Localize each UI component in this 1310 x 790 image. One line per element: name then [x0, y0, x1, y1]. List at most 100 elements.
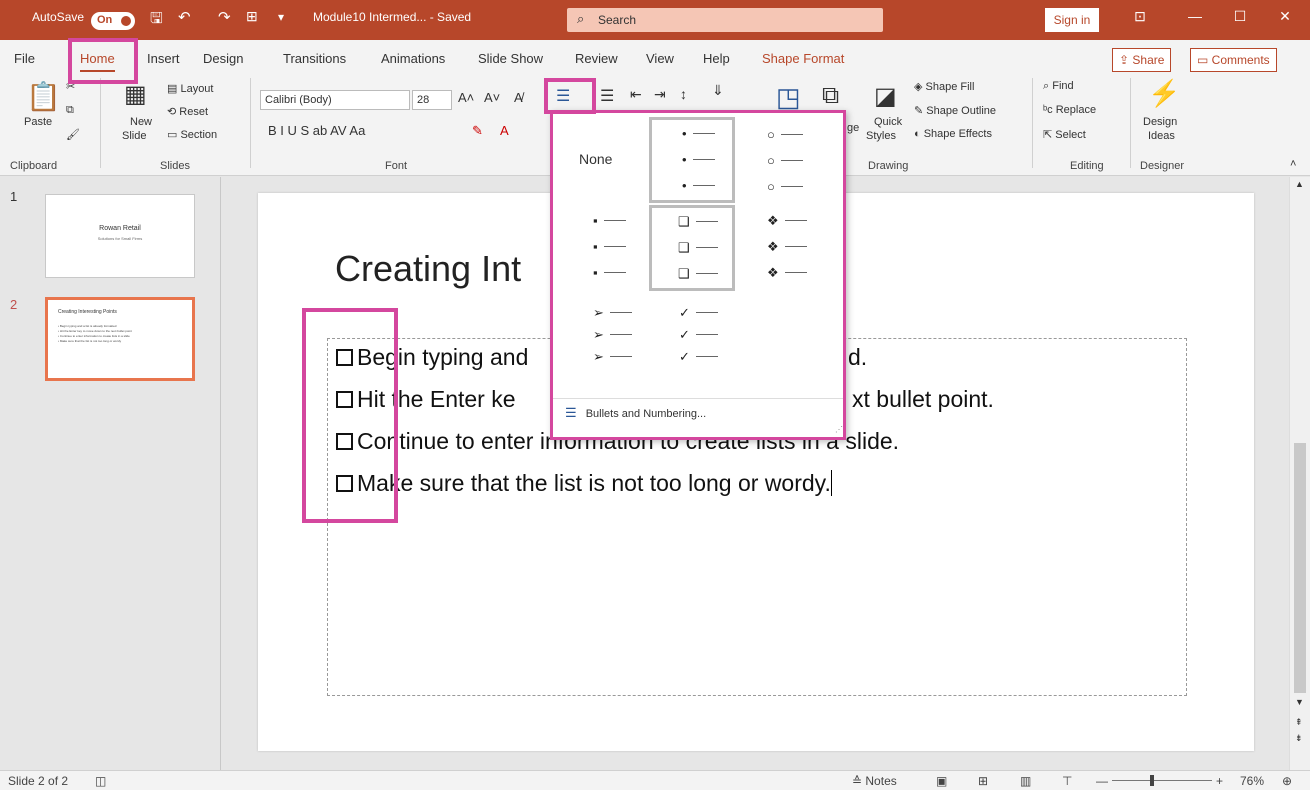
- new-slide-label[interactable]: New: [130, 116, 152, 128]
- resize-grip-icon[interactable]: ⋰: [835, 425, 843, 434]
- zoom-slider-handle[interactable]: [1150, 775, 1154, 786]
- tab-transitions[interactable]: Transitions: [283, 51, 346, 66]
- search-box[interactable]: ⌕ Search: [567, 8, 883, 32]
- sign-in-button[interactable]: Sign in: [1045, 8, 1099, 32]
- font-format-row[interactable]: B I U S ab AV Aa: [268, 123, 365, 138]
- scroll-up-icon[interactable]: ▲: [1295, 179, 1304, 189]
- tab-file[interactable]: File: [14, 51, 35, 66]
- tab-slide-show[interactable]: Slide Show: [478, 51, 543, 66]
- share-button[interactable]: ⇪ Share: [1112, 48, 1172, 72]
- paste-icon[interactable]: 📋: [26, 80, 61, 113]
- customize-qat-icon[interactable]: ▾: [278, 10, 284, 24]
- bullet-option-none[interactable]: None: [563, 117, 649, 203]
- tab-animations[interactable]: Animations: [381, 51, 445, 66]
- zoom-in-icon[interactable]: +: [1216, 774, 1223, 788]
- redo-icon[interactable]: ↷: [218, 8, 231, 26]
- present-icon[interactable]: ⊞: [246, 8, 258, 25]
- bullet-option-hollow-round[interactable]: ○ ○ ○: [751, 117, 837, 203]
- replace-button[interactable]: ᵇc Replace: [1043, 104, 1096, 116]
- find-button[interactable]: ⌕ Find: [1043, 80, 1074, 93]
- normal-view-icon[interactable]: ▣: [936, 774, 947, 788]
- highlight-color-icon[interactable]: ✎: [472, 123, 483, 139]
- accessibility-icon[interactable]: ◫: [95, 774, 106, 788]
- scroll-thumb[interactable]: [1294, 443, 1306, 693]
- undo-icon[interactable]: ↶: [178, 8, 191, 26]
- scroll-down-icon[interactable]: ▼: [1295, 697, 1304, 707]
- bullet-option-filled-square[interactable]: ▪ ▪ ▪: [563, 207, 649, 293]
- separator: [100, 78, 101, 168]
- minimize-icon[interactable]: —: [1180, 8, 1210, 24]
- slide-thumbnail-1[interactable]: Rowan Retail Solutions for Small Firms: [45, 194, 195, 278]
- ideas-label[interactable]: Ideas: [1148, 130, 1175, 142]
- bullet-option-filled-round[interactable]: • • •: [649, 117, 735, 203]
- tab-help[interactable]: Help: [703, 51, 730, 66]
- bullet-item-4[interactable]: Make sure that the list is not too long …: [336, 470, 832, 497]
- new-slide-label-2[interactable]: Slide: [122, 130, 146, 142]
- slide-thumbnail-2[interactable]: Creating Interesting Points • Begin typi…: [45, 297, 195, 381]
- section-button[interactable]: ▭ Section: [167, 128, 217, 141]
- slideshow-icon[interactable]: ⊤: [1062, 774, 1072, 788]
- select-button[interactable]: ⇱ Select: [1043, 128, 1086, 141]
- vertical-scrollbar[interactable]: ▲ ▼ ⇞ ⇟: [1289, 177, 1310, 770]
- tab-view[interactable]: View: [646, 51, 674, 66]
- shape-effects-button[interactable]: ◐ Shape Effects: [914, 128, 992, 140]
- new-slide-icon[interactable]: ▦: [124, 80, 147, 109]
- zoom-level[interactable]: 76%: [1240, 774, 1264, 788]
- format-painter-icon[interactable]: 🖌: [66, 128, 80, 141]
- font-color-icon[interactable]: A: [500, 123, 509, 138]
- save-icon[interactable]: 🖫: [150, 8, 163, 33]
- maximize-icon[interactable]: ☐: [1225, 8, 1255, 25]
- bullets-and-numbering-link[interactable]: ☰ Bullets and Numbering...: [565, 405, 706, 421]
- bullet-item-2-tail[interactable]: xt bullet point.: [852, 386, 994, 413]
- line-spacing-icon[interactable]: ↕: [680, 86, 687, 102]
- next-slide-icon[interactable]: ⇟: [1295, 733, 1303, 744]
- shapes-icon[interactable]: ◳: [776, 82, 801, 113]
- reset-button[interactable]: ⟲ Reset: [167, 105, 208, 118]
- slide-sorter-icon[interactable]: ⊞: [978, 774, 988, 788]
- ribbon-display-icon[interactable]: ⊡: [1125, 8, 1155, 25]
- shrink-font-icon[interactable]: A˅: [484, 90, 500, 105]
- quick-styles-icon[interactable]: ◪: [874, 82, 897, 111]
- previous-slide-icon[interactable]: ⇞: [1295, 717, 1303, 728]
- tab-design[interactable]: Design: [203, 51, 243, 66]
- bullet-option-hollow-square[interactable]: ❑ ❑ ❑: [649, 205, 735, 291]
- shape-fill-button[interactable]: ◈ Shape Fill: [914, 80, 974, 93]
- bullet-option-arrow[interactable]: ➢ ➢ ➢: [563, 301, 649, 387]
- decrease-indent-icon[interactable]: ⇤: [630, 86, 642, 103]
- arrange-icon[interactable]: ⧉: [822, 82, 839, 110]
- zoom-out-icon[interactable]: —: [1096, 774, 1108, 788]
- autosave-toggle[interactable]: On: [91, 12, 135, 30]
- reading-view-icon[interactable]: ▥: [1020, 774, 1031, 788]
- fit-slide-icon[interactable]: ⊕: [1282, 774, 1292, 788]
- quick-styles-label[interactable]: Quick: [874, 116, 902, 128]
- copy-icon[interactable]: ⧉: [66, 104, 74, 117]
- bullet-option-diamond-star[interactable]: ❖ ❖ ❖: [751, 207, 837, 293]
- slide-title[interactable]: Creating Int: [335, 248, 521, 290]
- bullet-option-check[interactable]: ✓ ✓ ✓: [649, 301, 735, 387]
- shape-outline-button[interactable]: ✎ Shape Outline: [914, 104, 996, 117]
- design-label[interactable]: Design: [1143, 116, 1177, 128]
- numbering-icon[interactable]: ☰: [600, 86, 614, 106]
- text-direction-icon[interactable]: ⇓: [712, 82, 724, 99]
- group-label-clipboard: Clipboard: [10, 160, 58, 172]
- tab-shape-format[interactable]: Shape Format: [762, 51, 844, 66]
- collapse-ribbon-icon[interactable]: ˄: [1290, 158, 1296, 170]
- tab-insert[interactable]: Insert: [147, 51, 180, 66]
- font-name-select[interactable]: Calibri (Body): [260, 90, 410, 110]
- quick-styles-label-2[interactable]: Styles: [866, 130, 896, 142]
- design-ideas-icon[interactable]: ⚡: [1148, 78, 1180, 109]
- font-size-select[interactable]: 28: [412, 90, 452, 110]
- layout-button[interactable]: ▤ Layout: [167, 82, 213, 95]
- arrange-label[interactable]: ge: [847, 122, 859, 134]
- notes-button[interactable]: ≙ Notes: [852, 774, 897, 788]
- bullet-item-1-tail[interactable]: d.: [848, 344, 867, 371]
- tab-review[interactable]: Review: [575, 51, 618, 66]
- paste-label[interactable]: Paste: [24, 116, 52, 128]
- zoom-slider[interactable]: [1112, 780, 1212, 781]
- clear-format-icon[interactable]: A̸: [514, 90, 523, 105]
- close-icon[interactable]: ✕: [1270, 8, 1300, 25]
- comments-button[interactable]: ▭ Comments: [1190, 48, 1277, 72]
- grow-font-icon[interactable]: A˄: [458, 90, 474, 105]
- document-title[interactable]: Module10 Intermed... - Saved: [313, 10, 471, 24]
- increase-indent-icon[interactable]: ⇥: [654, 86, 666, 103]
